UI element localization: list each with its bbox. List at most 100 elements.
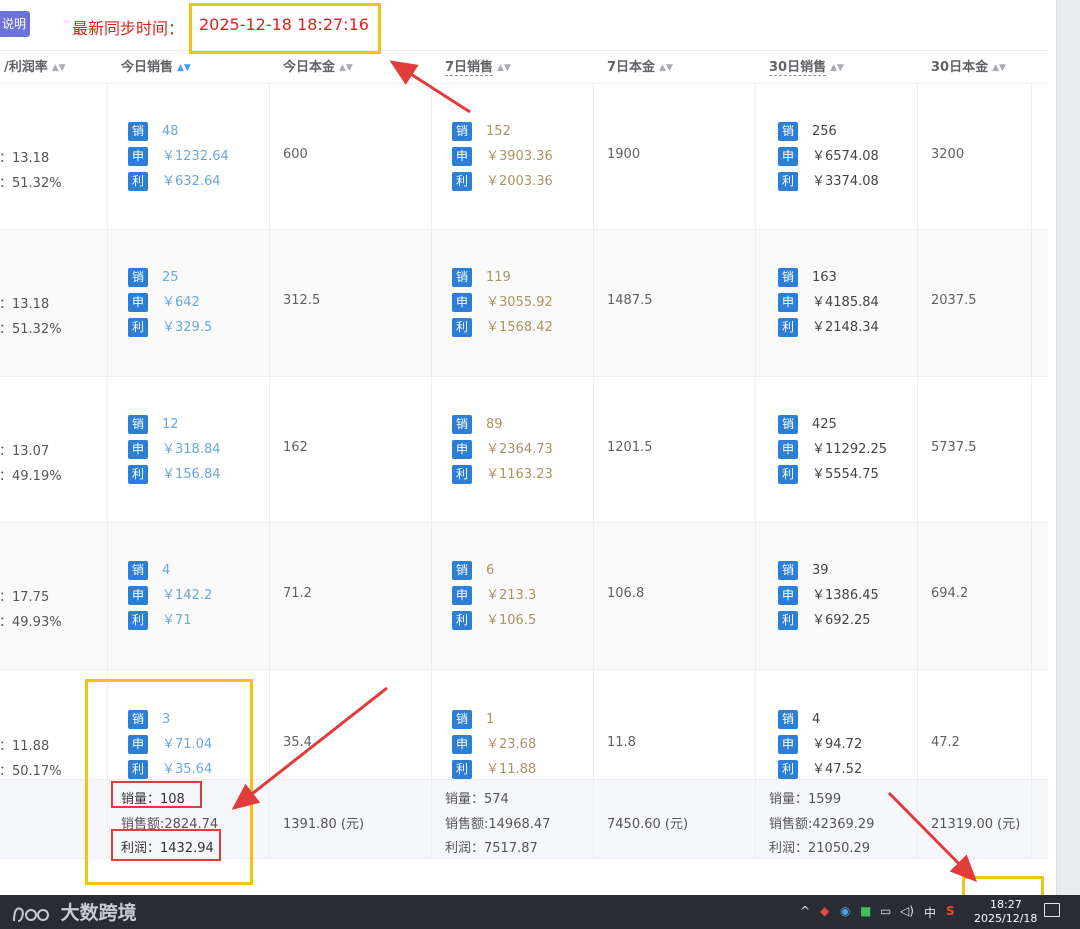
sales-tag: 销 bbox=[452, 710, 472, 729]
sales-amount: ￥3055.92 bbox=[486, 295, 553, 310]
sales-profit: ￥2003.36 bbox=[486, 174, 553, 189]
sales-amount: ￥4185.84 bbox=[812, 295, 879, 310]
chevron-up-icon[interactable]: ^ bbox=[800, 904, 810, 918]
wechat-icon[interactable]: ■ bbox=[860, 904, 871, 918]
sales-profit: ￥632.64 bbox=[162, 174, 221, 189]
col-header-7d-cost[interactable]: 7日本金 ▲▼ bbox=[607, 51, 673, 84]
volume-icon[interactable]: ◁) bbox=[900, 904, 914, 918]
logo-text: 大数跨境 bbox=[60, 902, 137, 924]
apply-tag: 申 bbox=[778, 735, 798, 754]
notification-icon[interactable] bbox=[1044, 903, 1060, 917]
sales-profit: ￥5554.75 bbox=[812, 467, 879, 482]
col-header-label: 7日本金 bbox=[607, 60, 656, 75]
sales-qty: 39 bbox=[812, 563, 829, 578]
sogou-input-icon[interactable]: S bbox=[946, 904, 955, 918]
sort-icon[interactable]: ▲▼ bbox=[497, 52, 511, 85]
apply-tag: 申 bbox=[128, 440, 148, 459]
sales-qty: 48 bbox=[162, 124, 179, 139]
profit-tag: 利 bbox=[778, 465, 798, 484]
antivirus-icon[interactable]: ◆ bbox=[820, 904, 829, 918]
sales-tag: 销 bbox=[778, 415, 798, 434]
profit-tag: 利 bbox=[128, 318, 148, 337]
apply-tag: 申 bbox=[778, 293, 798, 312]
col-header-today-cost[interactable]: 今日本金 ▲▼ bbox=[283, 51, 353, 84]
clock-time[interactable]: 18:27 bbox=[990, 898, 1022, 911]
col-header-label: /利润率 bbox=[4, 60, 48, 75]
column-divider bbox=[1031, 84, 1032, 859]
profit-tag: 利 bbox=[452, 318, 472, 337]
clock-date[interactable]: 2025/12/18 bbox=[974, 912, 1037, 925]
sort-icon[interactable]: ▲▼ bbox=[339, 52, 353, 85]
explain-button[interactable]: 说明 bbox=[0, 11, 30, 37]
sort-icon[interactable]: ▲▼ bbox=[52, 52, 66, 85]
profit-tag: 利 bbox=[452, 172, 472, 191]
sales-qty: 256 bbox=[812, 124, 837, 139]
col-header-7d-sales[interactable]: 7日销售 ▲▼ bbox=[445, 51, 511, 84]
col-header-profit-rate[interactable]: /利润率 ▲▼ bbox=[4, 51, 66, 84]
vertical-scrollbar-track[interactable] bbox=[1056, 0, 1080, 895]
summary-today-cost: 1391.80 (元) bbox=[283, 817, 365, 832]
sales-profit: ￥692.25 bbox=[812, 613, 871, 628]
apply-tag: 申 bbox=[452, 147, 472, 166]
sales-profit: ￥71 bbox=[162, 613, 192, 628]
highlight-box-qty bbox=[111, 781, 202, 808]
cost-7d-cell: 11.8 bbox=[607, 735, 636, 750]
sales-amount: ￥3903.36 bbox=[486, 149, 553, 164]
sales-profit: ￥156.84 bbox=[162, 467, 221, 482]
column-divider bbox=[431, 84, 432, 859]
sales-tag: 销 bbox=[452, 122, 472, 141]
sort-desc-icon[interactable]: ▲▼ bbox=[177, 52, 191, 85]
cost-7d-cell: 1201.5 bbox=[607, 440, 653, 455]
sales-amount: ￥642 bbox=[162, 295, 200, 310]
today-cost-cell: 71.2 bbox=[283, 586, 312, 601]
sort-icon[interactable]: ▲▼ bbox=[659, 52, 673, 85]
sales-qty: 12 bbox=[162, 417, 179, 432]
today-cost-cell: 162 bbox=[283, 440, 308, 455]
sales-30d-cell: 销 39 申 ￥1386.45 利 ￥692.25 bbox=[778, 561, 879, 636]
sales-amount: ￥213.3 bbox=[486, 588, 537, 603]
ime-indicator[interactable]: 中 bbox=[924, 904, 936, 921]
profit-rate-text: 率：51.32% bbox=[0, 176, 62, 191]
sync-time-label: 最新同步时间： bbox=[72, 19, 185, 38]
sales-30d-cell: 销 256 申 ￥6574.08 利 ￥3374.08 bbox=[778, 122, 879, 197]
sales-tag: 销 bbox=[452, 415, 472, 434]
windows-taskbar: 大数跨境 ^ ◆ ◉ ■ ▭ ◁) 中 S 18:27 2025/12/18 bbox=[0, 895, 1080, 929]
col-header-label: 30日销售 bbox=[769, 60, 827, 76]
profit-rate-text: 率：51.32% bbox=[0, 322, 62, 337]
profit-rate-text: 率：50.17% bbox=[0, 764, 62, 779]
col-header-30d-sales[interactable]: 30日销售 ▲▼ bbox=[769, 51, 844, 84]
col-header-30d-cost[interactable]: 30日本金 ▲▼ bbox=[931, 51, 1006, 84]
top-bar: 说明 最新同步时间： 2025-12-18 18:27:16 bbox=[0, 0, 1056, 50]
today-sales-cell: 销 25 申 ￥642 利 ￥329.5 bbox=[128, 268, 212, 343]
cost-7d-cell: 106.8 bbox=[607, 586, 645, 601]
profit-tag: 利 bbox=[128, 465, 148, 484]
column-divider bbox=[755, 84, 756, 859]
column-divider bbox=[917, 84, 918, 859]
today-cost-cell: 312.5 bbox=[283, 293, 321, 308]
col-header-today-sales[interactable]: 今日销售 ▲▼ bbox=[121, 51, 191, 84]
profit-tag: 利 bbox=[452, 465, 472, 484]
col-header-label: 30日本金 bbox=[931, 60, 989, 75]
cost-7d-cell: 1900 bbox=[607, 147, 641, 162]
sales-qty: 119 bbox=[486, 270, 511, 285]
table-row: 润：17.75率：49.93%销4申￥142.2利￥7171.2销6申￥213.… bbox=[0, 523, 1048, 670]
sales-profit: ￥1568.42 bbox=[486, 320, 553, 335]
apply-tag: 申 bbox=[778, 147, 798, 166]
sales-profit: ￥47.52 bbox=[812, 762, 863, 777]
network-icon[interactable]: ▭ bbox=[880, 904, 891, 918]
sales-qty: 4 bbox=[162, 563, 171, 578]
column-divider bbox=[593, 84, 594, 859]
sort-icon[interactable]: ▲▼ bbox=[830, 52, 844, 85]
col-header-label: 今日销售 bbox=[121, 60, 174, 75]
sales-qty: 163 bbox=[812, 270, 837, 285]
summary-7d-cost: 7450.60 (元) bbox=[607, 817, 689, 832]
system-tray: ^ ◆ ◉ ■ ▭ ◁) 中 S bbox=[800, 904, 960, 922]
sales-tag: 销 bbox=[452, 561, 472, 580]
sales-tag: 销 bbox=[128, 122, 148, 141]
sort-icon[interactable]: ▲▼ bbox=[992, 52, 1006, 85]
app-icon[interactable]: ◉ bbox=[840, 904, 850, 918]
today-sales-cell: 销 48 申 ￥1232.64 利 ￥632.64 bbox=[128, 122, 229, 197]
sales-7d-cell: 销 6 申 ￥213.3 利 ￥106.5 bbox=[452, 561, 536, 636]
today-cost-cell: 35.4 bbox=[283, 735, 312, 750]
sales-tag: 销 bbox=[778, 122, 798, 141]
